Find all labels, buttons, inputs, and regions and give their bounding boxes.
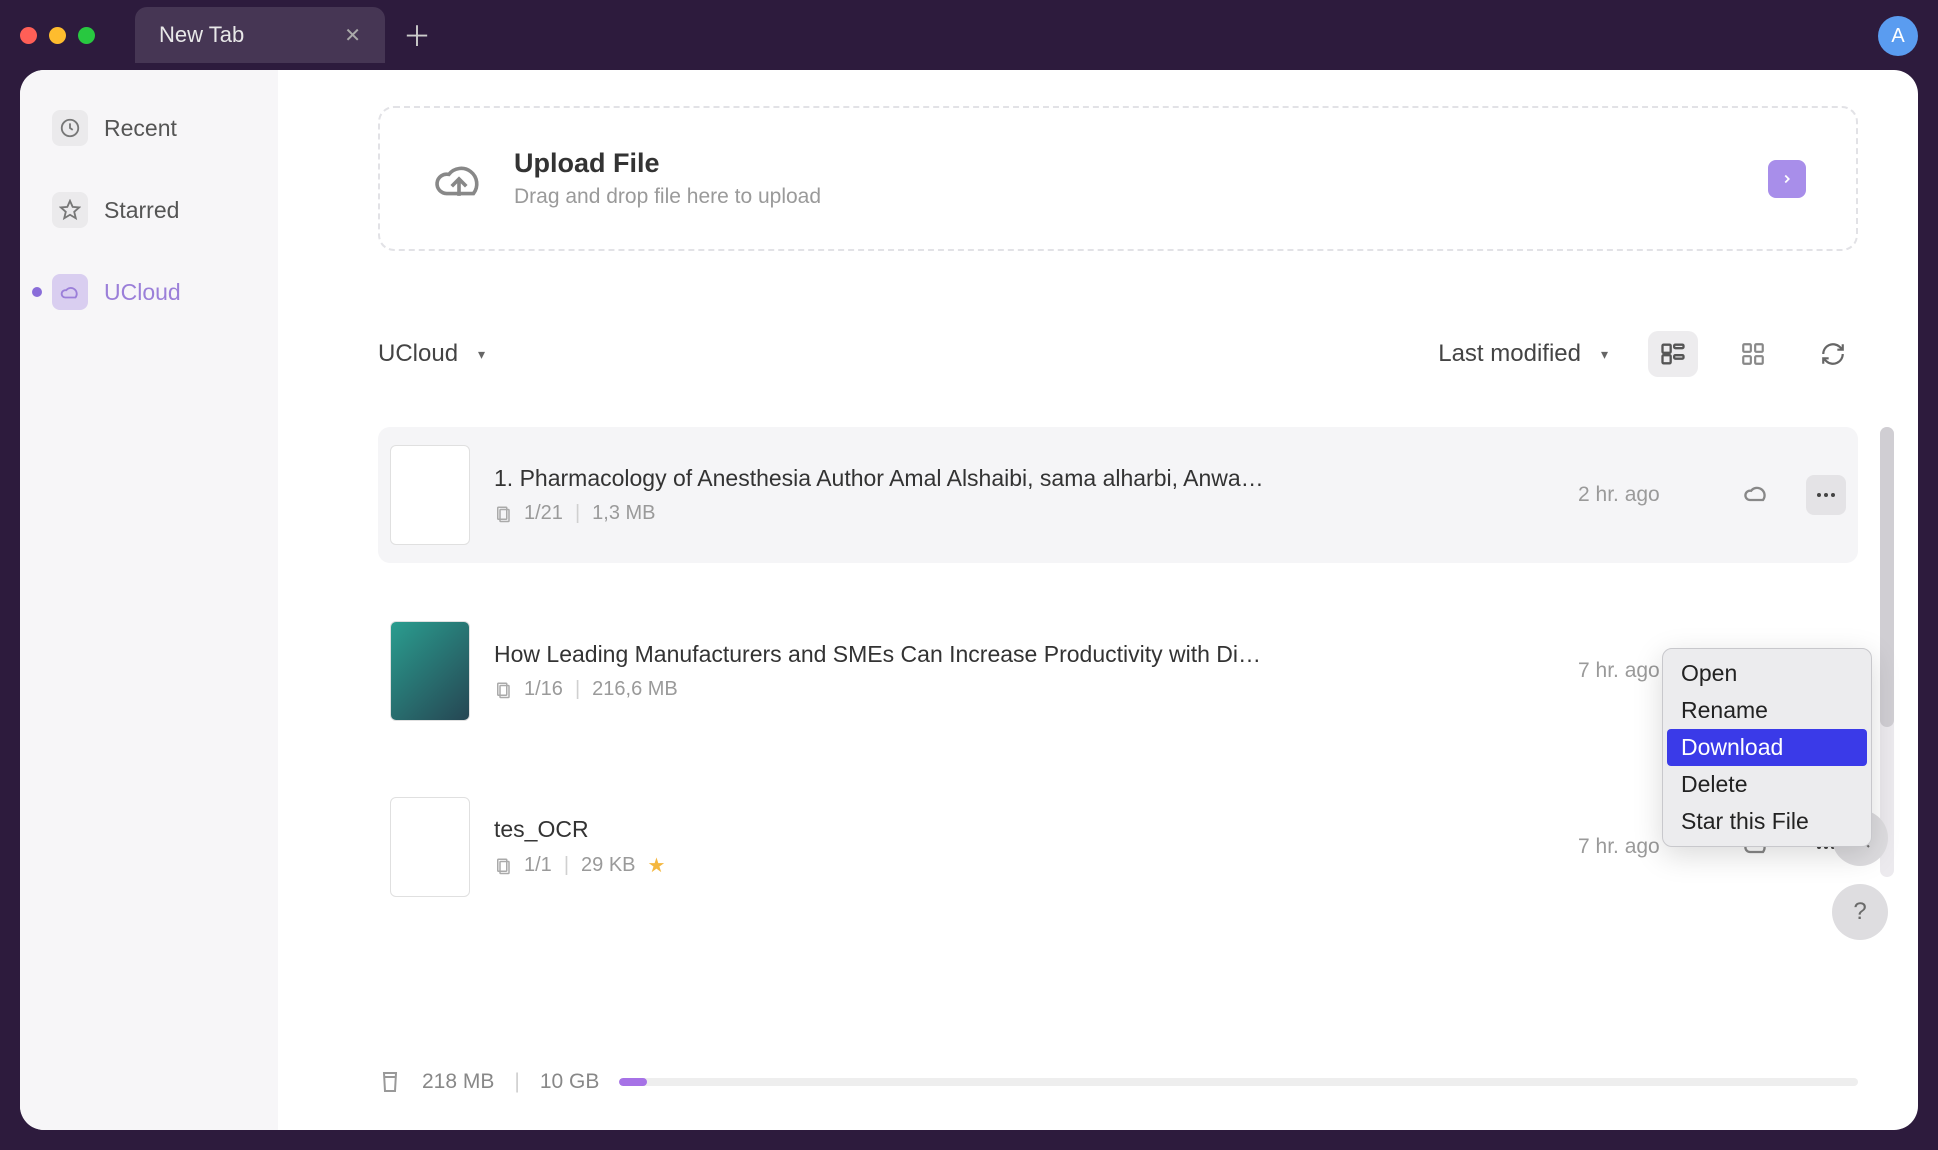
upload-dropzone[interactable]: Upload File Drag and drop file here to u… xyxy=(378,106,1858,251)
app-window: Recent Starred UCloud Upload File Drag a… xyxy=(20,70,1918,1130)
sidebar-item-ucloud[interactable]: UCloud xyxy=(40,264,258,320)
avatar[interactable]: A xyxy=(1878,16,1918,56)
file-info: How Leading Manufacturers and SMEs Can I… xyxy=(494,641,1554,701)
separator: | xyxy=(564,854,569,877)
menu-item-download[interactable]: Download xyxy=(1667,729,1867,766)
menu-item-star[interactable]: Star this File xyxy=(1663,803,1871,840)
folder-dropdown[interactable]: UCloud ▾ xyxy=(378,340,485,368)
active-indicator-icon xyxy=(32,287,42,297)
file-thumbnail xyxy=(390,797,470,897)
more-actions-button[interactable] xyxy=(1806,475,1846,515)
file-time: 2 hr. ago xyxy=(1578,483,1718,507)
close-window-button[interactable] xyxy=(20,27,37,44)
help-button[interactable]: ? xyxy=(1832,884,1888,940)
minimize-window-button[interactable] xyxy=(49,27,66,44)
file-row[interactable]: tes_OCR 1/1 | 29 KB ★ 7 hr. ago xyxy=(378,779,1858,915)
file-pages: 1/1 xyxy=(524,854,552,877)
sidebar-item-label: Recent xyxy=(104,115,177,142)
file-meta: 1/16 | 216,6 MB xyxy=(494,678,1554,701)
file-name: tes_OCR xyxy=(494,816,1554,843)
upload-subtitle: Drag and drop file here to upload xyxy=(514,185,821,209)
file-meta: 1/1 | 29 KB ★ xyxy=(494,853,1554,878)
caret-down-icon: ▾ xyxy=(1601,346,1608,363)
upload-text: Upload File Drag and drop file here to u… xyxy=(514,148,821,209)
upload-expand-button[interactable] xyxy=(1768,160,1806,198)
file-pages: 1/16 xyxy=(524,678,563,701)
file-info: 1. Pharmacology of Anesthesia Author Ama… xyxy=(494,465,1554,525)
toolbar-right: Last modified ▾ xyxy=(1438,331,1858,377)
grid-view-button[interactable] xyxy=(1728,331,1778,377)
file-name: 1. Pharmacology of Anesthesia Author Ama… xyxy=(494,465,1554,492)
sidebar-item-starred[interactable]: Starred xyxy=(40,182,258,238)
separator: | xyxy=(514,1070,519,1094)
scrollbar-thumb[interactable] xyxy=(1880,427,1894,727)
pages-icon xyxy=(494,681,512,699)
star-icon: ★ xyxy=(648,853,666,878)
menu-item-open[interactable]: Open xyxy=(1663,655,1871,692)
new-tab-button[interactable]: ＋ xyxy=(403,15,431,55)
view-controls xyxy=(1648,331,1858,377)
avatar-initial: A xyxy=(1891,25,1904,48)
browser-tab[interactable]: New Tab ✕ xyxy=(135,7,385,63)
context-menu: Open Rename Download Delete Star this Fi… xyxy=(1662,648,1872,847)
upload-cloud-icon xyxy=(430,150,488,208)
storage-icon xyxy=(378,1070,402,1094)
file-size: 216,6 MB xyxy=(592,678,678,701)
sidebar-item-recent[interactable]: Recent xyxy=(40,100,258,156)
file-pages: 1/21 xyxy=(524,502,563,525)
sidebar: Recent Starred UCloud xyxy=(20,70,278,1130)
file-name: How Leading Manufacturers and SMEs Can I… xyxy=(494,641,1554,668)
star-icon xyxy=(52,192,88,228)
help-icon: ? xyxy=(1853,898,1866,926)
file-row[interactable]: 1. Pharmacology of Anesthesia Author Ama… xyxy=(378,427,1858,563)
pages-icon xyxy=(494,857,512,875)
file-row[interactable]: How Leading Manufacturers and SMEs Can I… xyxy=(378,603,1858,739)
file-size: 29 KB xyxy=(581,854,635,877)
list-view-button[interactable] xyxy=(1648,331,1698,377)
storage-progress xyxy=(619,1078,1858,1086)
file-size: 1,3 MB xyxy=(592,502,655,525)
clock-icon xyxy=(52,110,88,146)
file-thumbnail xyxy=(390,445,470,545)
storage-progress-fill xyxy=(619,1078,646,1086)
sidebar-item-label: Starred xyxy=(104,197,179,224)
separator: | xyxy=(575,502,580,525)
cloud-status-icon xyxy=(1742,479,1782,512)
file-meta: 1/21 | 1,3 MB xyxy=(494,502,1554,525)
toolbar: UCloud ▾ Last modified ▾ xyxy=(378,331,1858,377)
menu-item-delete[interactable]: Delete xyxy=(1663,766,1871,803)
file-thumbnail xyxy=(390,621,470,721)
caret-down-icon: ▾ xyxy=(478,346,485,363)
sort-dropdown[interactable]: Last modified ▾ xyxy=(1438,340,1608,368)
tab-title: New Tab xyxy=(159,22,244,48)
upload-title: Upload File xyxy=(514,148,821,179)
storage-used: 218 MB xyxy=(422,1070,494,1094)
file-list: 1. Pharmacology of Anesthesia Author Ama… xyxy=(378,427,1858,915)
sidebar-item-label: UCloud xyxy=(104,279,181,306)
titlebar: New Tab ✕ ＋ A xyxy=(0,0,1938,70)
menu-item-rename[interactable]: Rename xyxy=(1663,692,1871,729)
maximize-window-button[interactable] xyxy=(78,27,95,44)
storage-total: 10 GB xyxy=(540,1070,600,1094)
refresh-button[interactable] xyxy=(1808,331,1858,377)
storage-bar: 218 MB | 10 GB xyxy=(378,1070,1858,1094)
pages-icon xyxy=(494,505,512,523)
window-controls xyxy=(20,27,95,44)
separator: | xyxy=(575,678,580,701)
main-content: Upload File Drag and drop file here to u… xyxy=(278,70,1918,1130)
cloud-icon xyxy=(52,274,88,310)
folder-dropdown-label: UCloud xyxy=(378,340,458,368)
file-info: tes_OCR 1/1 | 29 KB ★ xyxy=(494,816,1554,878)
sort-dropdown-label: Last modified xyxy=(1438,340,1581,368)
close-tab-icon[interactable]: ✕ xyxy=(344,23,361,48)
